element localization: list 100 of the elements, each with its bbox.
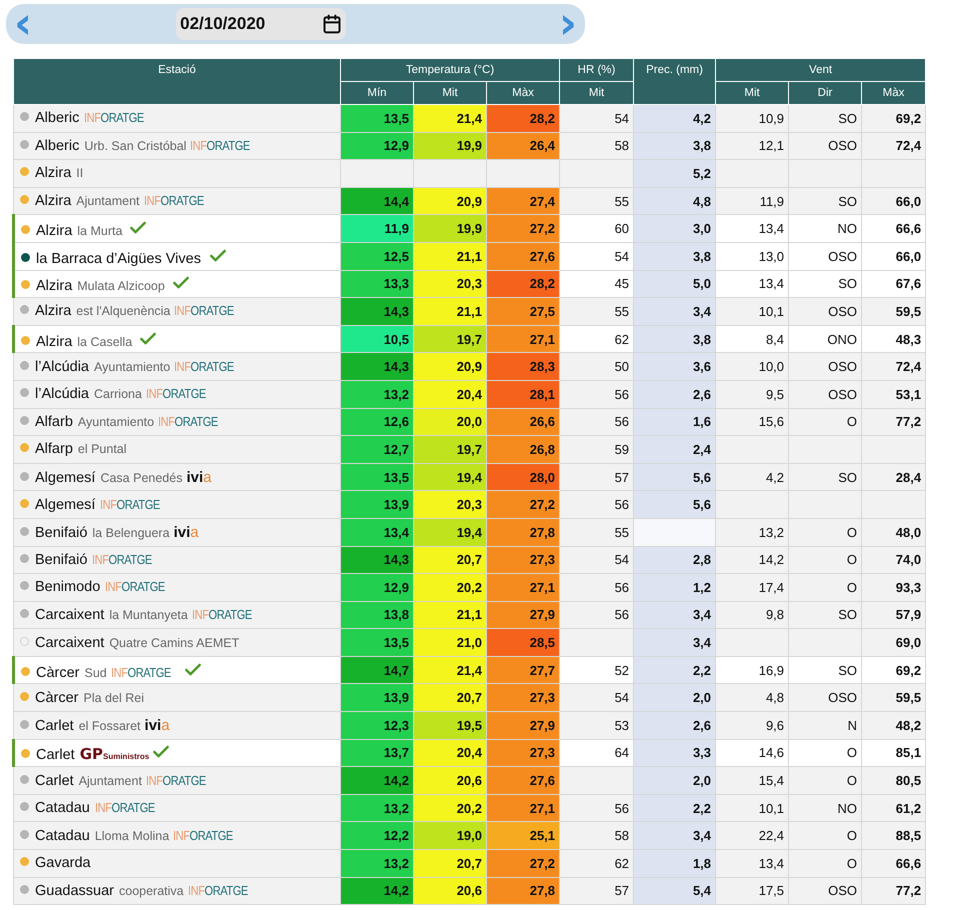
table-cell: 59,5 bbox=[862, 298, 926, 326]
table-cell: O bbox=[788, 850, 862, 878]
table-row[interactable]: Catadau INFORATGE 13,2 20,2 27,1 56 2,2 10,1 NO 61,2 bbox=[14, 794, 926, 822]
station-name: Algemesí bbox=[35, 470, 96, 486]
temperature-cell: 13,7 bbox=[340, 739, 414, 767]
temperature-cell: 20,6 bbox=[414, 877, 486, 905]
brand-logo: INFORATGE bbox=[188, 882, 248, 898]
temperature-cell: 14,4 bbox=[340, 187, 414, 215]
table-cell: 72,4 bbox=[862, 352, 926, 380]
table-row[interactable]: Carcaixent Quatre Camins AEMET 13,5 21,0 28,5 3,4 69,0 bbox=[14, 628, 926, 656]
station-name: Catadau bbox=[35, 800, 90, 816]
place-name: Lloma Molina bbox=[94, 828, 170, 843]
place-name: la Casella bbox=[77, 334, 132, 349]
table-row[interactable]: la Barraca d’Aigües Vives 12,5 21,1 27,6 54 3,8 13,0 OSO 66,0 bbox=[14, 242, 926, 270]
table-row[interactable]: l’Alcúdia Ayuntamiento INFORATGE 14,3 20,9 28,3 50 3,6 10,0 OSO 72,4 bbox=[14, 352, 926, 380]
temperature-cell: 20,3 bbox=[414, 490, 486, 518]
table-row[interactable]: Alfarp el Puntal 12,7 19,7 26,8 59 2,4 bbox=[14, 436, 926, 464]
table-cell: 3,8 bbox=[634, 325, 716, 353]
temperature-cell: 19,0 bbox=[414, 822, 486, 850]
column-header: Màx bbox=[862, 82, 926, 104]
place-name: Urb. San Cristóbal bbox=[84, 138, 186, 153]
station-name: Carcaixent bbox=[35, 634, 104, 651]
temperature-cell: 27,2 bbox=[486, 490, 560, 518]
place-name: cooperativa bbox=[119, 884, 184, 898]
table-row[interactable]: Alberic Urb. San Cristóbal INFORATGE 12,9 19,9 26,4 58 3,8 12,1 OSO 72,4 bbox=[14, 132, 926, 160]
temperature-cell: 27,1 bbox=[486, 325, 560, 353]
table-cell: 3,4 bbox=[634, 298, 716, 326]
station-name: Carlet bbox=[36, 747, 75, 764]
table-row[interactable]: Benifaió INFORATGE 14,3 20,7 27,3 54 2,8 14,2 O 74,0 bbox=[14, 546, 926, 574]
place-name: el Fossaret bbox=[78, 718, 141, 733]
date-field[interactable]: 02/10/2020 bbox=[176, 8, 346, 40]
temperature-cell: 26,8 bbox=[486, 436, 560, 464]
table-row[interactable]: Benimodo INFORATGE 12,9 20,2 27,1 56 1,2 17,4 O 93,3 bbox=[14, 574, 926, 602]
table-row[interactable]: Carlet GPSuministros 13,7 20,4 27,3 64 3,3 14,6 O 85,1 bbox=[14, 739, 926, 767]
table-row[interactable]: Alzira est l'Alquenència INFORATGE 14,3 21,1 27,5 55 3,4 10,1 OSO 59,5 bbox=[14, 298, 926, 326]
temperature-cell: 19,4 bbox=[414, 518, 486, 546]
table-row[interactable]: Carlet el Fossaret ivia 12,3 19,5 27,9 53 2,6 9,6 N 48,2 bbox=[14, 712, 926, 740]
temperature-cell: 27,1 bbox=[486, 574, 560, 602]
table-cell: 3,4 bbox=[634, 822, 716, 850]
temperature-cell: 21,1 bbox=[414, 242, 486, 270]
temperature-cell: 21,0 bbox=[414, 628, 486, 656]
table-cell: 2,0 bbox=[634, 766, 716, 794]
brand-logo: INFORATGE bbox=[144, 193, 204, 208]
place-name: la Muntanyeta bbox=[109, 608, 188, 622]
table-row[interactable]: Benifaió la Belenguera ivia 13,4 19,4 27,8 55 13,2 O 48,0 bbox=[14, 518, 926, 546]
place-name: est l'Alquenència bbox=[76, 304, 170, 318]
table-row[interactable]: Carlet Ajuntament INFORATGE 14,2 20,6 27,6 2,0 15,4 O 80,5 bbox=[14, 766, 926, 794]
table-cell: 3,8 bbox=[634, 132, 716, 160]
table-cell: 17,5 bbox=[716, 877, 789, 905]
table-cell: 4,8 bbox=[634, 187, 716, 215]
temperature-cell: 28,1 bbox=[486, 380, 560, 408]
brand-logo: ivia bbox=[144, 716, 170, 734]
temperature-cell: 20,7 bbox=[414, 546, 486, 574]
station-name: Carlet bbox=[35, 718, 74, 734]
table-row[interactable]: Guadassuar cooperativa INFORATGE 14,2 20,6 27,8 57 5,4 17,5 OSO 77,2 bbox=[14, 877, 926, 905]
brand-logo: INFORATGE bbox=[173, 828, 233, 843]
temperature-cell: 27,6 bbox=[486, 242, 560, 270]
temperature-cell: 12,6 bbox=[340, 408, 414, 436]
temperature-cell: 19,7 bbox=[414, 436, 486, 464]
table-cell: 5,2 bbox=[634, 160, 716, 188]
temperature-cell: 13,9 bbox=[340, 490, 414, 518]
temperature-cell: 27,9 bbox=[486, 712, 560, 740]
temperature-cell: 28,5 bbox=[486, 628, 560, 656]
table-row[interactable]: Alzira la Casella 10,5 19,7 27,1 62 3,8 8,4 ONO 48,3 bbox=[14, 325, 926, 353]
table-cell: 5,6 bbox=[634, 490, 716, 518]
table-cell: 53,1 bbox=[862, 380, 926, 408]
table-row[interactable]: Algemesí Casa Penedés ivia 13,5 19,4 28,0 57 5,6 4,2 SO 28,4 bbox=[14, 463, 926, 491]
temperature-cell: 12,3 bbox=[340, 712, 414, 740]
table-row[interactable]: Gavarda 13,2 20,7 27,2 62 1,8 13,4 O 66,6 bbox=[14, 850, 926, 878]
table-row[interactable]: l’Alcúdia Carriona INFORATGE 13,2 20,4 28,1 56 2,6 9,5 OSO 53,1 bbox=[14, 380, 926, 408]
table-row[interactable]: Alberic INFORATGE 13,5 21,4 28,2 54 4,2 10,9 SO 69,2 bbox=[14, 104, 926, 132]
temperature-cell: 20,6 bbox=[414, 766, 486, 794]
table-cell: OSO bbox=[788, 877, 862, 905]
place-name: Ajuntament bbox=[76, 194, 140, 208]
column-header: HR (%) bbox=[560, 58, 634, 82]
table-row[interactable]: Alzira II 5,2 bbox=[14, 160, 926, 188]
calendar-icon[interactable] bbox=[322, 14, 342, 34]
brand-logo: INFORATGE bbox=[146, 772, 206, 788]
table-row[interactable]: Alzira la Murta 11,9 19,9 27,2 60 3,0 13,4 NO 66,6 bbox=[14, 214, 926, 242]
table-cell: 5,6 bbox=[634, 463, 716, 491]
temperature-cell: 14,2 bbox=[340, 766, 414, 794]
temperature-cell: 27,9 bbox=[486, 601, 560, 629]
table-row[interactable]: Carcaixent la Muntanyeta INFORATGE 13,8 21,1 27,9 56 3,4 9,8 SO 57,9 bbox=[14, 601, 926, 629]
table-row[interactable]: Càrcer Pla del Rei 13,9 20,7 27,3 54 2,0 4,8 OSO 59,5 bbox=[14, 684, 926, 712]
table-row[interactable]: Alzira Mulata Alzicoop 13,3 20,3 28,2 45 5,0 13,4 SO 67,6 bbox=[14, 270, 926, 298]
station-name: Benimodo bbox=[35, 579, 100, 596]
table-cell: 9,6 bbox=[716, 712, 789, 740]
table-row[interactable]: Alzira Ajuntament INFORATGE 14,4 20,9 27,4 55 4,8 11,9 SO 66,0 bbox=[14, 187, 926, 215]
table-row[interactable]: Algemesí INFORATGE 13,9 20,3 27,2 56 5,6 bbox=[14, 490, 926, 518]
table-row[interactable]: Catadau Lloma Molina INFORATGE 12,2 19,0 25,1 58 3,4 22,4 O 88,5 bbox=[14, 822, 926, 850]
table-row[interactable]: Alfarb Ayuntamiento INFORATGE 12,6 20,0 26,6 56 1,6 15,6 O 77,2 bbox=[14, 408, 926, 436]
temperature-cell: 27,6 bbox=[486, 766, 560, 794]
station-name: l’Alcúdia bbox=[35, 358, 89, 375]
table-cell: 80,5 bbox=[862, 766, 926, 794]
brand-logo: GPSuministros bbox=[80, 745, 150, 764]
temperature-cell: 26,6 bbox=[486, 408, 560, 436]
temperature-cell: 27,3 bbox=[486, 684, 560, 712]
temperature-cell: 13,5 bbox=[340, 463, 414, 491]
table-cell: 93,3 bbox=[862, 574, 926, 602]
table-row[interactable]: Càrcer Sud INFORATGE 14,7 21,4 27,7 52 2,2 16,9 SO 69,2 bbox=[14, 656, 926, 684]
